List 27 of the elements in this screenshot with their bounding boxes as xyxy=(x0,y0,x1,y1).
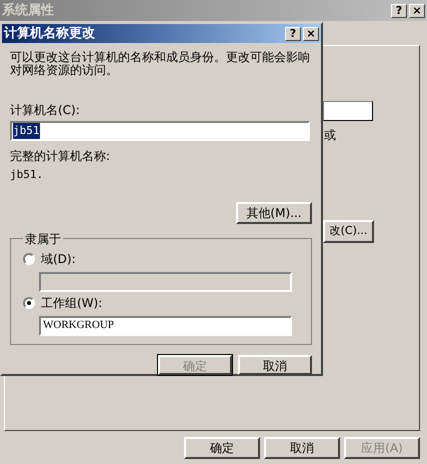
dialog-button[interactable]: 确定 xyxy=(184,437,260,459)
change-button[interactable]: 改(C)... xyxy=(323,220,374,243)
window-title: 系统属性 xyxy=(2,2,54,20)
text-field[interactable] xyxy=(39,272,292,292)
field-value: WORKGROUP xyxy=(43,318,114,334)
full-name-label: 完整的计算机名称: xyxy=(10,148,112,165)
radio-label: 域(D): xyxy=(41,250,76,268)
help-button[interactable]: ? xyxy=(391,4,407,18)
dialog-title: 计算机名称更改 xyxy=(4,24,95,43)
radio-button[interactable] xyxy=(23,252,35,264)
close-button[interactable]: × xyxy=(409,4,425,18)
text-field[interactable]: WORKGROUP xyxy=(39,316,292,336)
full-name-value: jb51. xyxy=(10,167,44,183)
help-button[interactable]: ? xyxy=(285,26,301,40)
field-label: 或 xyxy=(324,127,336,144)
field-value: jb51 xyxy=(13,122,40,140)
radio-label: 工作组(W): xyxy=(41,294,102,312)
description-text: 可以更改这台计算机的名称和成员身份。更改可能会影响对网络资源的访问。 xyxy=(10,51,310,77)
computer-name-label: 计算机名(C): xyxy=(10,102,81,119)
computer-name-field[interactable]: jb51 xyxy=(10,121,310,141)
text-field[interactable] xyxy=(323,101,373,121)
dialog-button[interactable]: 取消 xyxy=(264,437,340,459)
group-label: 隶属于 xyxy=(24,230,62,248)
dialog-button[interactable]: 其他(M)... xyxy=(236,202,312,224)
close-button[interactable]: × xyxy=(303,26,319,40)
dialog-button[interactable]: 取消 xyxy=(238,354,312,374)
radio-button[interactable] xyxy=(23,296,35,308)
